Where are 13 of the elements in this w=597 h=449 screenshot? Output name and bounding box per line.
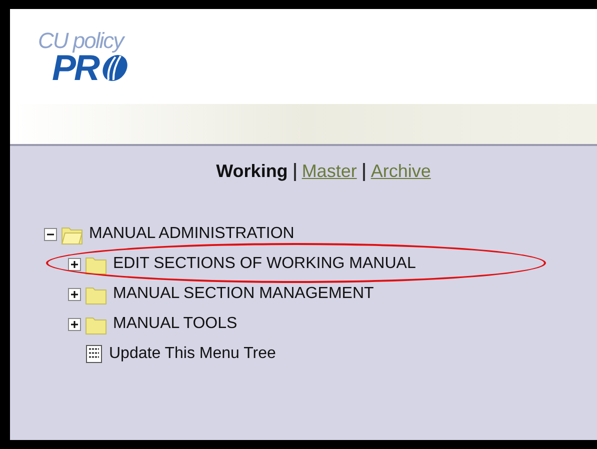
expand-icon[interactable]: [68, 288, 81, 300]
expand-icon[interactable]: [68, 318, 81, 330]
tree-item[interactable]: MANUAL ADMINISTRATION: [89, 222, 294, 246]
tree-item[interactable]: MANUAL SECTION MANAGEMENT: [113, 282, 374, 306]
tree-item[interactable]: MANUAL TOOLS: [113, 312, 238, 336]
view-tab[interactable]: Working: [216, 158, 288, 185]
tree-item[interactable]: EDIT SECTIONS OF WORKING MANUAL: [113, 252, 416, 276]
page-icon: [85, 344, 103, 364]
collapse-icon[interactable]: [44, 228, 57, 240]
logo-text: CU policy: [38, 31, 126, 51]
logo-text: PR: [52, 51, 98, 85]
tree-item[interactable]: Update This Menu Tree: [109, 342, 276, 366]
expand-icon[interactable]: [68, 258, 81, 270]
